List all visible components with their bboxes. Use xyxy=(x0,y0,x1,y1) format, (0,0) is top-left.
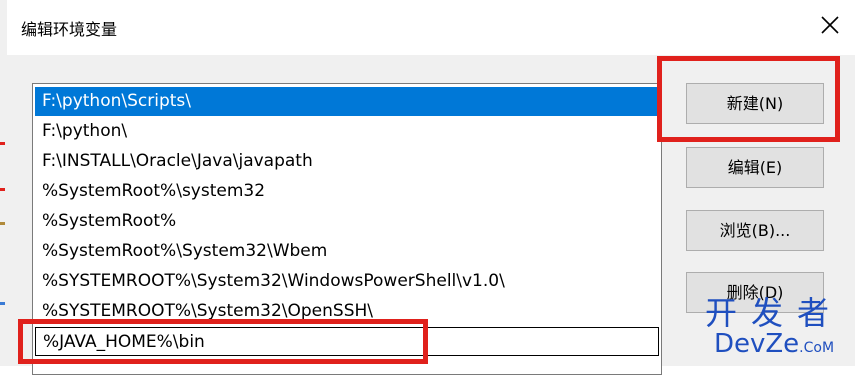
path-list-item[interactable]: %SystemRoot% xyxy=(35,207,659,236)
path-list-item-editing[interactable]: %JAVA_HOME%\bin xyxy=(35,327,659,356)
edit-button[interactable]: 编辑(E) xyxy=(686,147,824,188)
path-list-item[interactable]: %SYSTEMROOT%\System32\OpenSSH\ xyxy=(35,297,659,326)
watermark-en-tail: .CoM xyxy=(799,340,835,356)
background-mark xyxy=(0,188,5,191)
path-list-item[interactable]: %SystemRoot%\system32 xyxy=(35,177,659,206)
path-list-item[interactable]: %SystemRoot%\System32\Wbem xyxy=(35,237,659,266)
close-button[interactable] xyxy=(817,12,843,38)
watermark-en-main: DevZe xyxy=(713,329,800,359)
new-button[interactable]: 新建(N) xyxy=(686,83,824,124)
watermark: 开发者 DevZe.CoM xyxy=(705,296,843,362)
background-mark xyxy=(0,142,5,145)
watermark-en: DevZe.CoM xyxy=(705,330,843,362)
path-list-item[interactable]: F:\python\ xyxy=(35,117,659,146)
path-list-item[interactable]: F:\python\Scripts\ xyxy=(35,87,659,116)
path-list-item[interactable]: %SYSTEMROOT%\System32\WindowsPowerShell\… xyxy=(35,267,659,296)
dialog-titlebar: 编辑环境变量 xyxy=(7,0,855,55)
background-mark xyxy=(0,222,5,225)
dialog-title: 编辑环境变量 xyxy=(21,20,118,39)
close-icon xyxy=(821,16,839,34)
path-list[interactable]: F:\python\Scripts\ F:\python\ F:\INSTALL… xyxy=(32,83,662,375)
background-mark xyxy=(0,302,5,305)
browse-button[interactable]: 浏览(B)... xyxy=(686,210,824,251)
path-list-item[interactable]: F:\INSTALL\Oracle\Java\javapath xyxy=(35,147,659,176)
watermark-cn: 开发者 xyxy=(704,294,843,332)
